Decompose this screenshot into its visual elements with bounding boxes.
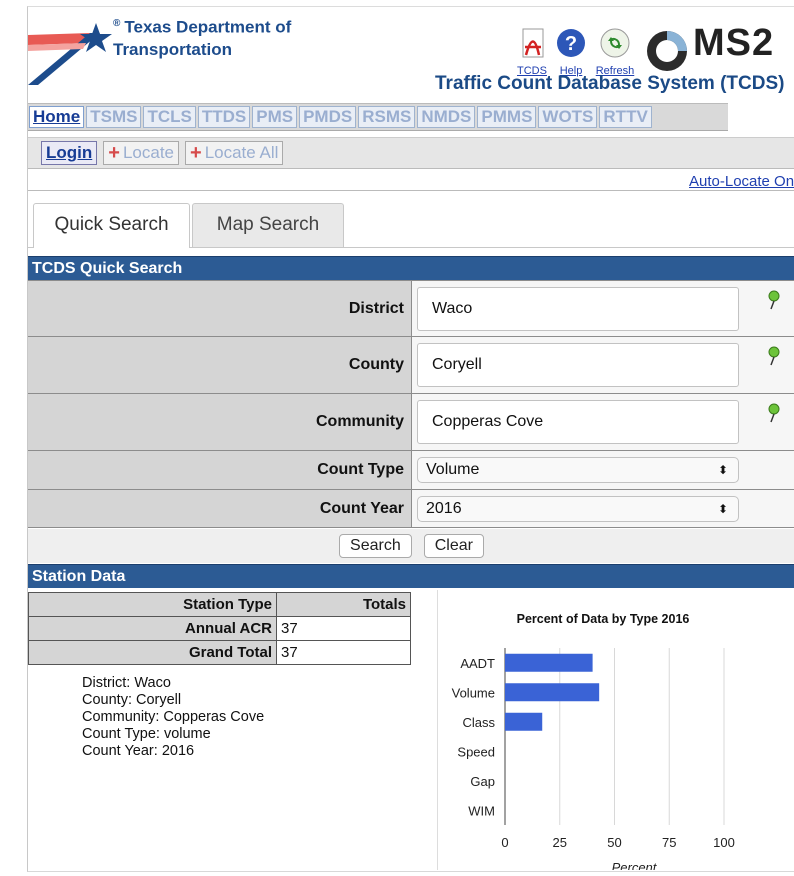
login-button[interactable]: Login bbox=[41, 141, 98, 165]
x-tick-label: 0 bbox=[501, 835, 508, 850]
tab-pmds[interactable]: PMDS bbox=[299, 106, 357, 128]
divider bbox=[28, 190, 794, 191]
station-table: Station Type Totals Annual ACR 37 Grand … bbox=[28, 592, 411, 665]
agency-name: ® Texas Department of Transportation bbox=[113, 17, 292, 59]
pdf-icon bbox=[522, 28, 544, 58]
select-arrow-icon: ⬍ bbox=[717, 502, 728, 516]
tab-home[interactable]: Home bbox=[29, 106, 85, 128]
help-button[interactable]: ? Help bbox=[551, 27, 591, 77]
select-arrow-icon: ⬍ bbox=[717, 463, 728, 477]
x-tick-label: 100 bbox=[713, 835, 735, 850]
crosshair-icon: + bbox=[108, 142, 120, 164]
tab-rsms[interactable]: RSMS bbox=[358, 106, 416, 128]
tab-pmms[interactable]: PMMS bbox=[477, 106, 537, 128]
count-type-row: Count Type Volume ⬍ bbox=[28, 451, 794, 490]
module-nav: Home TSMS TCLS TTDS PMS PMDS RSMS NMDS P… bbox=[28, 103, 728, 131]
bar-volume bbox=[505, 683, 600, 702]
auto-locate-link[interactable]: Auto-Locate On bbox=[689, 173, 794, 190]
locate-label: Locate bbox=[122, 143, 174, 162]
tab-tcls[interactable]: TCLS bbox=[143, 106, 196, 128]
station-summary: District: Waco County: Coryell Community… bbox=[82, 675, 264, 760]
community-row: Community Copperas Cove bbox=[28, 394, 794, 451]
summary-count-type: Count Type: volume bbox=[82, 726, 211, 742]
tab-ttds[interactable]: TTDS bbox=[197, 106, 251, 128]
bar-class bbox=[505, 712, 543, 731]
district-label: District bbox=[28, 281, 412, 336]
tab-quick-search[interactable]: Quick Search bbox=[33, 203, 190, 248]
tab-tsms[interactable]: TSMS bbox=[86, 106, 142, 128]
help-icon: ? bbox=[557, 29, 585, 57]
count-year-row: Count Year 2016 ⬍ bbox=[28, 490, 794, 528]
summary-district: District: Waco bbox=[82, 675, 171, 691]
chart-title: Percent of Data by Type 2016 bbox=[517, 612, 690, 626]
count-year-value: 2016 bbox=[426, 500, 462, 517]
locate-all-label: Locate All bbox=[204, 143, 279, 162]
col-station-type: Station Type bbox=[28, 592, 277, 617]
x-tick-label: 75 bbox=[662, 835, 676, 850]
clear-button[interactable]: Clear bbox=[423, 534, 484, 558]
toolbar: Login + Locate + Locate All bbox=[28, 137, 794, 169]
tab-map-search[interactable]: Map Search bbox=[192, 203, 344, 247]
row-label: Annual ACR bbox=[28, 616, 277, 641]
count-year-select[interactable]: 2016 ⬍ bbox=[417, 496, 739, 522]
count-type-select[interactable]: Volume ⬍ bbox=[417, 457, 739, 483]
form-buttons: Search Clear bbox=[28, 529, 794, 563]
map-pin-icon[interactable] bbox=[768, 346, 780, 366]
y-tick-label: Volume bbox=[452, 685, 495, 700]
ms2-logo-icon bbox=[647, 31, 687, 71]
percent-by-type-chart: Percent of Data by Type 2016 0 25 50 75 100 AA… bbox=[452, 612, 735, 870]
svg-text:?: ? bbox=[565, 33, 577, 55]
x-axis-label: Percent bbox=[612, 860, 658, 870]
y-tick-label: WIM bbox=[468, 803, 495, 818]
y-tick-label: Gap bbox=[470, 774, 495, 789]
count-type-label: Count Type bbox=[28, 451, 412, 489]
refresh-icon bbox=[600, 28, 630, 58]
county-row: County Coryell bbox=[28, 337, 794, 394]
district-row: District Waco bbox=[28, 280, 794, 337]
col-totals: Totals bbox=[276, 592, 411, 617]
table-row: Grand Total 37 bbox=[28, 640, 411, 665]
y-tick-label: AADT bbox=[460, 656, 495, 671]
community-label: Community bbox=[28, 394, 412, 450]
row-value: 37 bbox=[276, 640, 411, 665]
station-data-header: Station Data bbox=[28, 564, 794, 588]
crosshair-multi-icon: + bbox=[190, 142, 202, 164]
bar-aadt bbox=[505, 653, 593, 672]
map-pin-icon[interactable] bbox=[768, 290, 780, 310]
count-year-label: Count Year bbox=[28, 490, 412, 527]
tab-wots[interactable]: WOTS bbox=[538, 106, 598, 128]
row-value: 37 bbox=[276, 616, 411, 641]
search-button[interactable]: Search bbox=[339, 534, 412, 558]
brand-text: MS2 bbox=[693, 22, 775, 64]
quick-search-header: TCDS Quick Search bbox=[28, 256, 794, 280]
quick-search-form: District Waco County Coryell Community C… bbox=[28, 280, 794, 528]
tab-pms[interactable]: PMS bbox=[252, 106, 298, 128]
county-field[interactable]: Coryell bbox=[417, 343, 739, 387]
summary-county: County: Coryell bbox=[82, 692, 182, 708]
y-tick-label: Class bbox=[462, 715, 495, 730]
county-label: County bbox=[28, 337, 412, 393]
system-title: Traffic Count Database System (TCDS) bbox=[435, 73, 785, 94]
table-row: Annual ACR 37 bbox=[28, 616, 411, 641]
count-type-value: Volume bbox=[426, 461, 480, 478]
tab-rttv[interactable]: RTTV bbox=[599, 106, 652, 128]
summary-community: Community: Copperas Cove bbox=[82, 709, 265, 725]
y-tick-label: Speed bbox=[457, 744, 495, 759]
tab-nmds[interactable]: NMDS bbox=[417, 106, 476, 128]
table-header-row: Station Type Totals bbox=[28, 592, 411, 617]
map-pin-icon[interactable] bbox=[768, 403, 780, 423]
row-label: Grand Total bbox=[28, 640, 277, 665]
locate-button[interactable]: + Locate bbox=[103, 141, 179, 165]
tcds-pdf-button[interactable]: TCDS bbox=[512, 27, 552, 77]
locate-all-button[interactable]: + Locate All bbox=[185, 141, 284, 165]
community-field[interactable]: Copperas Cove bbox=[417, 400, 739, 444]
summary-count-year: Count Year: 2016 bbox=[82, 743, 195, 759]
refresh-button[interactable]: Refresh bbox=[595, 27, 635, 77]
app-window: ® Texas Department of Transportation TCDS… bbox=[27, 6, 794, 872]
x-tick-label: 25 bbox=[553, 835, 567, 850]
x-tick-label: 50 bbox=[607, 835, 621, 850]
district-field[interactable]: Waco bbox=[417, 287, 739, 331]
